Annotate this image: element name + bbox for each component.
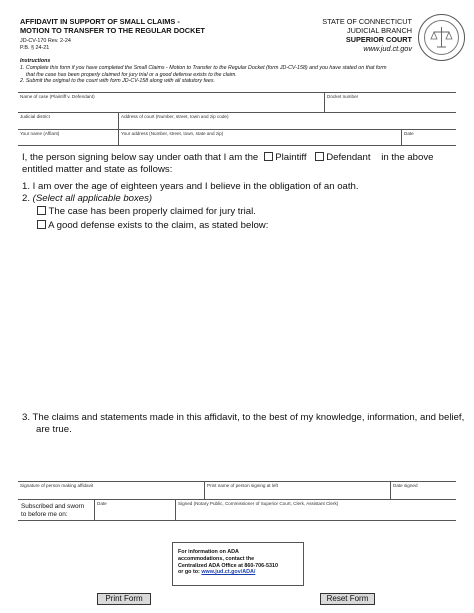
- print-name-field[interactable]: Print name of person signing at left: [204, 482, 390, 499]
- statement-item-3: 3. The claims and statements made in thi…: [22, 412, 465, 423]
- good-defense-label: A good defense exists to the claim, as s…: [48, 220, 269, 231]
- print-name-label: Print name of person signing at left: [207, 483, 278, 488]
- jury-trial-option: The case has been properly claimed for j…: [37, 206, 256, 218]
- name-of-case-label: Name of case (Plaintiff v. Defendant): [20, 94, 95, 99]
- docket-number-field[interactable]: Docket number: [324, 93, 456, 112]
- form-number: JD-CV-170 Rev. 2-24: [20, 38, 71, 44]
- court-state: STATE OF CONNECTICUT: [322, 17, 412, 26]
- statement-item-2: 2. (Select all applicable boxes): [22, 193, 152, 205]
- ada-line4-prefix: or go to:: [178, 569, 202, 576]
- your-address-field[interactable]: Your address (Number, street, town, stat…: [118, 130, 401, 145]
- docket-number-label: Docket number: [327, 94, 359, 99]
- statement-item-3-cont: are true.: [36, 424, 72, 435]
- reset-form-button[interactable]: Reset Form: [320, 593, 375, 605]
- form-title-line2: MOTION TO TRANSFER TO THE REGULAR DOCKET: [20, 25, 205, 35]
- statement-item-1: 1. I am over the age of eighteen years a…: [22, 181, 359, 192]
- notary-signature-field[interactable]: Signed (Notary Public, Commissioner of S…: [175, 500, 456, 520]
- jury-trial-checkbox[interactable]: [37, 206, 46, 215]
- subscribed-line2: to before me on:: [21, 510, 68, 518]
- notary-date-label: Date: [97, 501, 107, 506]
- defendant-checkbox[interactable]: [314, 152, 324, 161]
- instructions-heading: Instructions: [20, 58, 51, 64]
- ada-link[interactable]: www.jud.ct.gov/ADA/: [201, 569, 255, 575]
- your-name-field[interactable]: Your name (Affiant): [18, 130, 118, 145]
- name-of-case-field[interactable]: Name of case (Plaintiff v. Defendant): [18, 93, 324, 112]
- address-of-court-field[interactable]: Address of court (Number, street, town a…: [118, 113, 456, 129]
- judicial-district-label: Judicial district: [20, 114, 50, 119]
- notary-signature-label: Signed (Notary Public, Commissioner of S…: [178, 501, 339, 506]
- oath-statement: I, the person signing below say under oa…: [22, 152, 433, 164]
- court-branch: JUDICIAL BRANCH: [346, 26, 412, 35]
- instruction-item-2: 2. Submit the original to the court with…: [20, 78, 215, 85]
- print-form-button[interactable]: Print Form: [97, 593, 151, 605]
- ada-info-box: For information on ADA accommodations, c…: [172, 542, 304, 586]
- oath-intro-end: in the above: [381, 152, 434, 163]
- defendant-label: Defendant: [326, 152, 371, 163]
- affiant-signature-field[interactable]: Signature of person making affidavit: [18, 482, 204, 499]
- notary-date-field[interactable]: Date: [94, 500, 175, 520]
- signature-row: Signature of person making affidavit Pri…: [18, 481, 456, 499]
- statement-item-2-number: 2.: [22, 193, 33, 204]
- your-name-label: Your name (Affiant): [20, 131, 60, 136]
- plaintiff-checkbox[interactable]: [263, 152, 273, 161]
- court-name: SUPERIOR COURT: [345, 35, 412, 44]
- court-url: www.jud.ct.gov: [363, 44, 412, 53]
- date-field[interactable]: Date: [401, 130, 456, 145]
- oath-intro-cont: entitled matter and state as follows:: [22, 164, 173, 175]
- affiant-row: Your name (Affiant) Your address (Number…: [18, 129, 456, 146]
- date-label: Date: [404, 131, 414, 136]
- instruction-item-1: 1. Complete this form if you have comple…: [20, 64, 387, 71]
- address-of-court-label: Address of court (Number, street, town a…: [121, 114, 229, 119]
- date-signed-field[interactable]: Date signed: [390, 482, 456, 499]
- ada-line3: Centralized ADA Office at 860-706-5310: [178, 562, 278, 569]
- subscribed-line1: Subscribed and sworn: [21, 503, 85, 510]
- judicial-district-field[interactable]: Judicial district: [18, 113, 118, 129]
- court-header: STATE OF CONNECTICUT JUDICIAL BRANCH SUP…: [322, 17, 412, 53]
- your-address-label: Your address (Number, street, town, stat…: [121, 131, 224, 136]
- subscribed-sworn: Subscribed and sworn to before me on:: [18, 500, 94, 520]
- defense-statement-textarea[interactable]: [50, 234, 455, 404]
- plaintiff-label: Plaintiff: [275, 152, 307, 163]
- ada-line2: accommodations, contact the: [178, 555, 255, 562]
- notary-row: Subscribed and sworn to before me on: Da…: [18, 499, 456, 521]
- statement-item-2-text: (Select all applicable boxes): [32, 193, 153, 204]
- court-row: Judicial district Address of court (Numb…: [18, 112, 456, 129]
- good-defense-checkbox[interactable]: [37, 220, 46, 229]
- seal-emblem-icon: [424, 20, 459, 55]
- form-identifiers: JD-CV-170 Rev. 2-24 P.B. § 24-21: [20, 38, 71, 51]
- state-seal-logo: [418, 14, 465, 61]
- instruction-item-1-cont: that the case has been properly claimed …: [26, 71, 237, 78]
- jury-trial-label: The case has been properly claimed for j…: [48, 206, 256, 217]
- good-defense-option: A good defense exists to the claim, as s…: [37, 220, 268, 232]
- form-title: AFFIDAVIT IN SUPPORT OF SMALL CLAIMS - M…: [20, 17, 205, 35]
- oath-intro: I, the person signing below say under oa…: [22, 152, 259, 163]
- ada-line1: For information on ADA: [178, 549, 239, 555]
- instructions: Instructions 1. Complete this form if yo…: [20, 58, 460, 85]
- statute-reference: P.B. § 24-21: [20, 44, 50, 51]
- case-row: Name of case (Plaintiff v. Defendant) Do…: [18, 92, 456, 112]
- date-signed-label: Date signed: [393, 483, 418, 488]
- affiant-signature-label: Signature of person making affidavit: [20, 483, 94, 488]
